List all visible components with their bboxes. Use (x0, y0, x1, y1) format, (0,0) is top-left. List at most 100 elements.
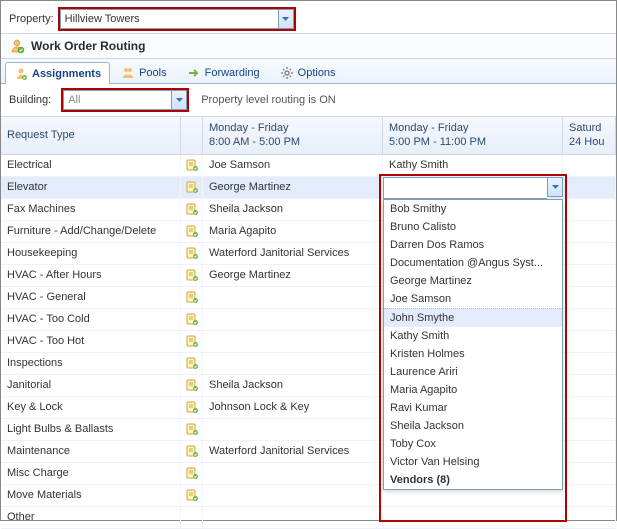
cell-shift1-assignee[interactable]: George Martinez (203, 265, 383, 286)
dropdown-item[interactable]: Kristen Holmes (384, 345, 562, 363)
col-request-type[interactable]: Request Type (1, 117, 181, 154)
tab-forwarding[interactable]: Forwarding (178, 61, 269, 83)
dropdown-item[interactable]: Sheila Jackson (384, 417, 562, 435)
tab-pools[interactable]: Pools (112, 61, 176, 83)
cell-shift1-assignee[interactable]: Waterford Janitorial Services (203, 243, 383, 264)
dropdown-item[interactable]: Joe Samson (384, 290, 562, 308)
cell-request-type: Fax Machines (1, 199, 181, 220)
tab-options[interactable]: Options (271, 61, 345, 83)
dropdown-item[interactable]: Bob Smithy (384, 200, 562, 218)
cell-shift1-assignee[interactable] (203, 419, 383, 440)
work-order-icon (181, 331, 203, 352)
dropdown-item[interactable]: John Smythe (384, 308, 562, 327)
dropdown-item[interactable]: Documentation @Angus Syst... (384, 254, 562, 272)
cell-shift3-assignee[interactable] (563, 177, 616, 198)
cell-request-type: HVAC - Too Hot (1, 331, 181, 352)
table-row[interactable]: ElectricalJoe SamsonKathy Smith (1, 155, 616, 177)
cell-shift3-assignee[interactable] (563, 441, 616, 462)
cell-shift3-assignee[interactable] (563, 331, 616, 352)
table-row[interactable]: Other (1, 507, 616, 529)
cell-shift1-assignee[interactable] (203, 309, 383, 330)
cell-shift3-assignee[interactable] (563, 265, 616, 286)
cell-shift1-assignee[interactable] (203, 287, 383, 308)
cell-shift1-assignee[interactable] (203, 463, 383, 484)
tab-assignments[interactable]: Assignments (5, 62, 110, 84)
cell-shift3-assignee[interactable] (563, 287, 616, 308)
col-shift-2[interactable]: Monday - Friday 5:00 PM - 11:00 PM (383, 117, 563, 154)
dropdown-item[interactable]: Toby Cox (384, 435, 562, 453)
cell-shift1-assignee[interactable]: Joe Samson (203, 155, 383, 176)
work-order-icon (181, 375, 203, 396)
cell-shift1-assignee[interactable]: Waterford Janitorial Services (203, 441, 383, 462)
work-order-icon (181, 463, 203, 484)
cell-shift3-assignee[interactable] (563, 419, 616, 440)
cell-shift1-assignee[interactable] (203, 331, 383, 352)
dropdown-item[interactable]: Victor Van Helsing (384, 453, 562, 471)
work-order-icon (181, 221, 203, 242)
building-select-input[interactable] (63, 90, 171, 110)
work-order-icon (181, 177, 203, 198)
tab-label: Forwarding (205, 67, 260, 79)
building-label: Building: (9, 94, 51, 106)
cell-shift1-assignee[interactable] (203, 353, 383, 374)
cell-shift1-assignee[interactable]: Johnson Lock & Key (203, 397, 383, 418)
cell-shift1-assignee[interactable] (203, 485, 383, 506)
cell-request-type: HVAC - Too Cold (1, 309, 181, 330)
tab-label: Pools (139, 67, 167, 79)
chevron-down-icon[interactable] (278, 9, 294, 29)
cell-shift1-assignee[interactable] (203, 507, 383, 528)
cell-shift3-assignee[interactable] (563, 221, 616, 242)
dropdown-item[interactable]: George Martinez (384, 272, 562, 290)
section-title: Work Order Routing (31, 39, 145, 53)
assignee-dropdown-list[interactable]: Bob SmithyBruno CalistoDarren Dos RamosD… (383, 199, 563, 490)
col-icon (181, 117, 203, 154)
cell-shift1-assignee[interactable]: Sheila Jackson (203, 199, 383, 220)
work-order-icon (181, 287, 203, 308)
dropdown-item[interactable]: Bruno Calisto (384, 218, 562, 236)
cell-request-type: Elevator (1, 177, 181, 198)
cell-shift1-assignee[interactable]: Maria Agapito (203, 221, 383, 242)
property-label: Property: (9, 13, 54, 25)
cell-request-type: Janitorial (1, 375, 181, 396)
cell-shift3-assignee[interactable] (563, 397, 616, 418)
dropdown-item[interactable]: Darren Dos Ramos (384, 236, 562, 254)
cell-shift1-assignee[interactable]: George Martinez (203, 177, 383, 198)
work-order-icon (181, 397, 203, 418)
dropdown-item[interactable]: Laurence Ariri (384, 363, 562, 381)
cell-shift3-assignee[interactable] (563, 199, 616, 220)
cell-request-type: Other (1, 507, 181, 528)
work-order-icon (181, 265, 203, 286)
cell-shift2-assignee[interactable] (383, 507, 563, 528)
building-select[interactable] (63, 90, 187, 110)
cell-shift3-assignee[interactable] (563, 485, 616, 506)
gear-icon (280, 66, 294, 80)
property-select[interactable] (60, 9, 294, 29)
cell-shift3-assignee[interactable] (563, 309, 616, 330)
cell-shift3-assignee[interactable] (563, 463, 616, 484)
assignee-editor-input[interactable] (383, 177, 547, 199)
dropdown-item[interactable]: Vendors (8) (384, 471, 562, 489)
work-order-icon (181, 441, 203, 462)
cell-shift3-assignee[interactable] (563, 375, 616, 396)
dropdown-item[interactable]: Kathy Smith (384, 327, 562, 345)
chevron-down-icon[interactable] (547, 177, 563, 197)
tab-strip: Assignments Pools Forwarding Options (1, 58, 616, 84)
chevron-down-icon[interactable] (171, 90, 187, 110)
work-order-icon (181, 155, 203, 176)
cell-shift3-assignee[interactable] (563, 243, 616, 264)
col-shift-1[interactable]: Monday - Friday 8:00 AM - 5:00 PM (203, 117, 383, 154)
cell-shift1-assignee[interactable]: Sheila Jackson (203, 375, 383, 396)
cell-request-type: Inspections (1, 353, 181, 374)
assignee-editor[interactable] (383, 177, 563, 199)
cell-shift2-assignee[interactable]: Kathy Smith (383, 155, 563, 176)
dropdown-item[interactable]: Ravi Kumar (384, 399, 562, 417)
property-bar: Property: (1, 1, 616, 33)
dropdown-item[interactable]: Maria Agapito (384, 381, 562, 399)
cell-shift3-assignee[interactable] (563, 507, 616, 528)
cell-shift3-assignee[interactable] (563, 155, 616, 176)
col-shift-3[interactable]: Saturd 24 Hou (563, 117, 616, 154)
cell-shift3-assignee[interactable] (563, 353, 616, 374)
property-select-input[interactable] (60, 9, 278, 29)
cell-request-type: Move Materials (1, 485, 181, 506)
section-header: Work Order Routing (1, 33, 616, 58)
